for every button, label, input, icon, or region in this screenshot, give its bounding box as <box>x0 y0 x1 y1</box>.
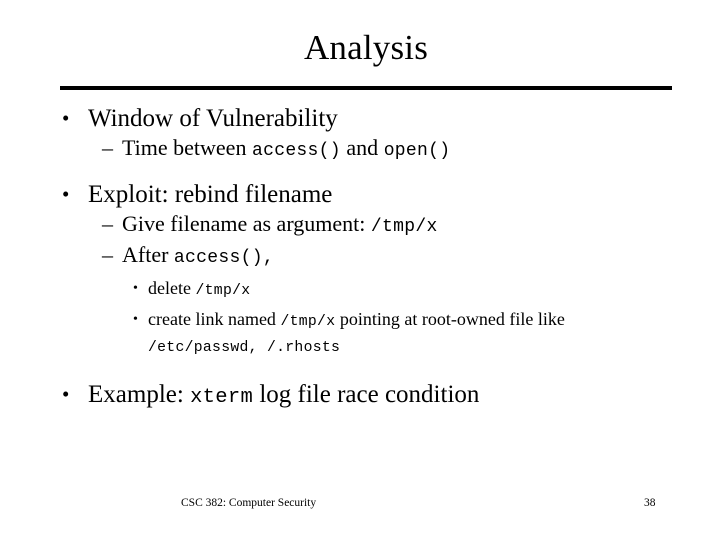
bullet-dash-icon: – <box>102 135 113 160</box>
bullet-dot-icon: • <box>133 312 138 327</box>
bullet-text: Give filename as argument: /tmp/x <box>122 211 438 237</box>
footer-page-number: 38 <box>644 497 656 509</box>
code-passwd-rhosts: /etc/passwd, /.rhosts <box>148 340 341 356</box>
bullet-dot-icon: • <box>62 182 70 206</box>
bullet-text: After access(), <box>122 242 275 268</box>
page-title: Analysis <box>303 28 429 67</box>
bullet-text: Window of Vulnerability <box>88 105 338 132</box>
bullet-level3: • delete /tmp/x <box>0 277 720 303</box>
slide-body: • Window of Vulnerability – Time between… <box>0 103 720 413</box>
code-access: access() <box>251 141 341 161</box>
code-access: access(), <box>173 248 275 268</box>
bullet-text: Example: xterm log file race condition <box>88 381 480 409</box>
bullet-dot-icon: • <box>62 382 70 406</box>
bullet-level3: • create link named /tmp/x pointing at r… <box>0 308 720 360</box>
code-xterm: xterm <box>190 386 254 409</box>
code-tmp-x: /tmp/x <box>195 283 251 299</box>
bullet-text: create link named /tmp/x pointing at roo… <box>148 309 565 356</box>
bullet-dash-icon: – <box>102 242 113 267</box>
code-tmp-x: /tmp/x <box>280 314 336 330</box>
bullet-level2: – Give filename as argument: /tmp/x <box>0 210 720 241</box>
bullet-dot-icon: • <box>62 106 70 130</box>
bullet-level1: • Exploit: rebind filename <box>0 179 720 210</box>
code-open: open() <box>383 141 451 161</box>
bullet-text: delete /tmp/x <box>148 278 251 299</box>
bullet-level2: – Time between access() and open() <box>0 134 720 165</box>
bullet-level1: • Example: xterm log file race condition <box>0 379 720 413</box>
bullet-level2: – After access(), <box>0 241 720 272</box>
bullet-text: Exploit: rebind filename <box>88 181 333 208</box>
slide: Analysis • Window of Vulnerability – Tim… <box>0 0 720 540</box>
title-divider <box>60 86 672 90</box>
bullet-text: Time between access() and open() <box>122 135 451 161</box>
bullet-level1: • Window of Vulnerability <box>0 103 720 134</box>
bullet-dash-icon: – <box>102 211 113 236</box>
code-tmp-x: /tmp/x <box>370 217 438 237</box>
bullet-dot-icon: • <box>133 281 138 296</box>
footer-course-label: CSC 382: Computer Security <box>181 497 317 509</box>
